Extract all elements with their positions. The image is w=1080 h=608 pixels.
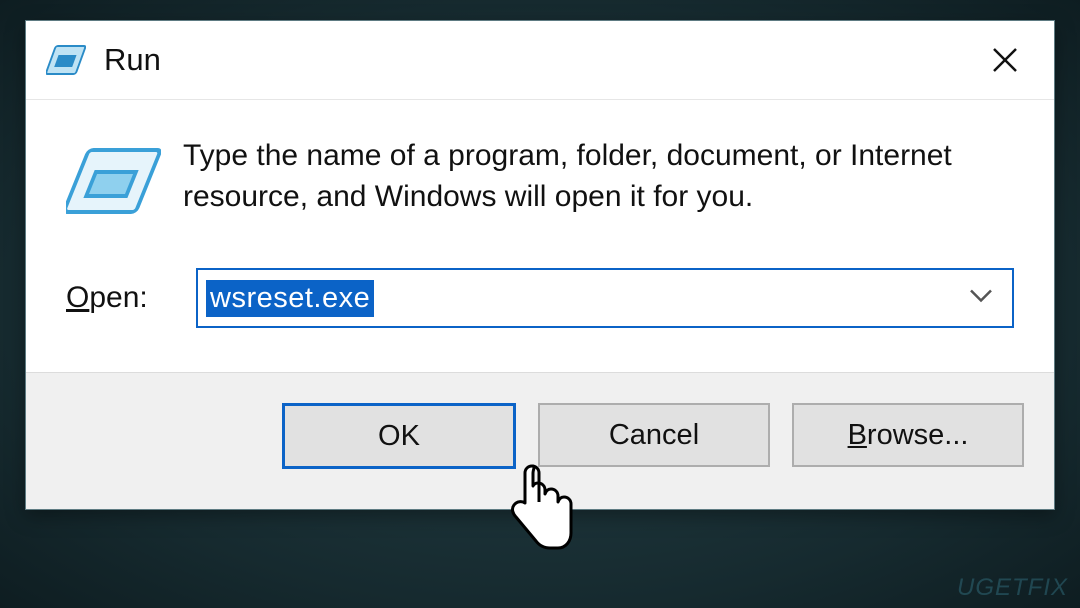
open-label: Open:: [66, 281, 196, 315]
ok-button-label: OK: [378, 420, 420, 453]
open-field-row: Open: wsreset.exe: [26, 252, 1054, 372]
watermark: UGETFIX: [957, 574, 1068, 602]
cancel-button[interactable]: Cancel: [538, 403, 770, 467]
dialog-body: Type the name of a program, folder, docu…: [26, 100, 1054, 252]
close-button[interactable]: [976, 31, 1034, 89]
run-icon: [46, 40, 86, 80]
browse-button-label: Browse...: [848, 419, 969, 452]
close-icon: [990, 45, 1020, 75]
run-dialog: Run Type the name of a program, folder, …: [25, 20, 1055, 510]
dialog-title: Run: [104, 42, 976, 78]
titlebar: Run: [26, 21, 1054, 100]
dialog-footer: OK Cancel Browse...: [26, 372, 1054, 509]
ok-button[interactable]: OK: [282, 403, 516, 469]
chevron-down-icon[interactable]: [968, 288, 994, 309]
dialog-description: Type the name of a program, folder, docu…: [161, 136, 1014, 232]
browse-button[interactable]: Browse...: [792, 403, 1024, 467]
open-combobox[interactable]: wsreset.exe: [196, 268, 1014, 328]
open-input-value[interactable]: wsreset.exe: [206, 280, 374, 317]
cancel-button-label: Cancel: [609, 419, 699, 452]
run-large-icon: [66, 142, 161, 232]
